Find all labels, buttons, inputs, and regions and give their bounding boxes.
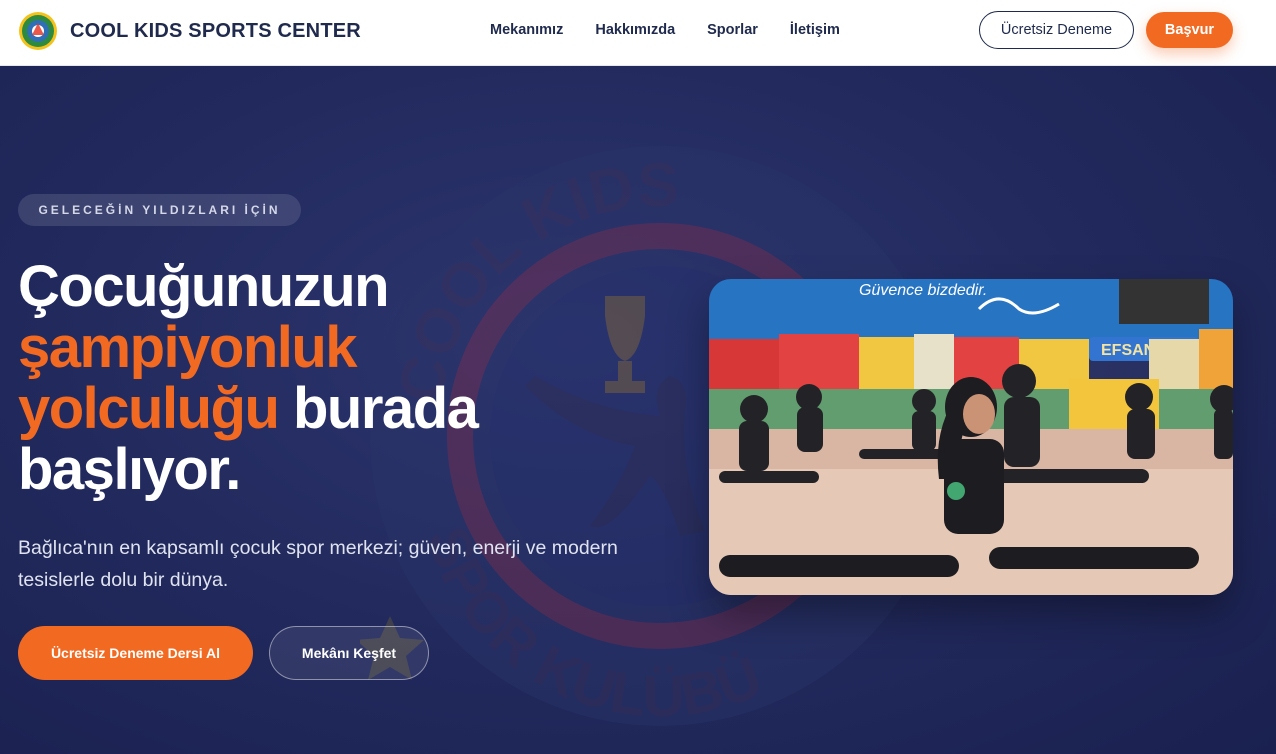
hero-photo: Güvence bizdedir. EFSANE — [709, 279, 1233, 595]
nav-item-iletisim[interactable]: İletişim — [790, 22, 840, 38]
brand[interactable]: COOL KIDS SPORTS CENTER — [18, 11, 361, 51]
headline-line-1: Çocuğunuzun — [18, 254, 390, 319]
headline-line-4: başlıyor. — [18, 437, 241, 502]
apply-button[interactable]: Başvur — [1146, 12, 1233, 48]
nav-item-hakkimizda[interactable]: Hakkımızda — [595, 22, 675, 38]
nav-item-mekanimiz[interactable]: Mekanımız — [490, 22, 563, 38]
explore-venue-button[interactable]: Mekânı Keşfet — [269, 626, 429, 680]
nav-item-sporlar[interactable]: Sporlar — [707, 22, 758, 38]
hero-badge: GELECEĞİN YILDIZLARI İÇİN — [18, 194, 301, 226]
hero-description: Bağlıca'nın en kapsamlı çocuk spor merke… — [18, 537, 618, 591]
site-header: COOL KIDS SPORTS CENTER Mekanımız Hakkım… — [0, 0, 1276, 66]
hero-section: COOL KIDS SPOR KULÜBÜ GELECEĞİN YILDIZLA… — [0, 66, 1276, 754]
headline-line-3-accent: yolculuğu — [18, 376, 280, 441]
club-logo-icon — [19, 12, 57, 50]
hero-headline: Çocuğunuzun şampiyonluk yolculuğu burada… — [18, 256, 658, 500]
main-nav: Mekanımız Hakkımızda Sporlar İletişim — [490, 22, 872, 38]
free-trial-button[interactable]: Ücretsiz Deneme — [979, 11, 1134, 49]
gymnastics-class-photo: Güvence bizdedir. EFSANE — [709, 279, 1233, 595]
headline-line-2-accent: şampiyonluk — [18, 315, 358, 380]
brand-name: COOL KIDS SPORTS CENTER — [70, 19, 361, 42]
headline-line-3-rest: burada — [278, 376, 479, 441]
free-trial-lesson-button[interactable]: Ücretsiz Deneme Dersi Al — [18, 626, 253, 680]
